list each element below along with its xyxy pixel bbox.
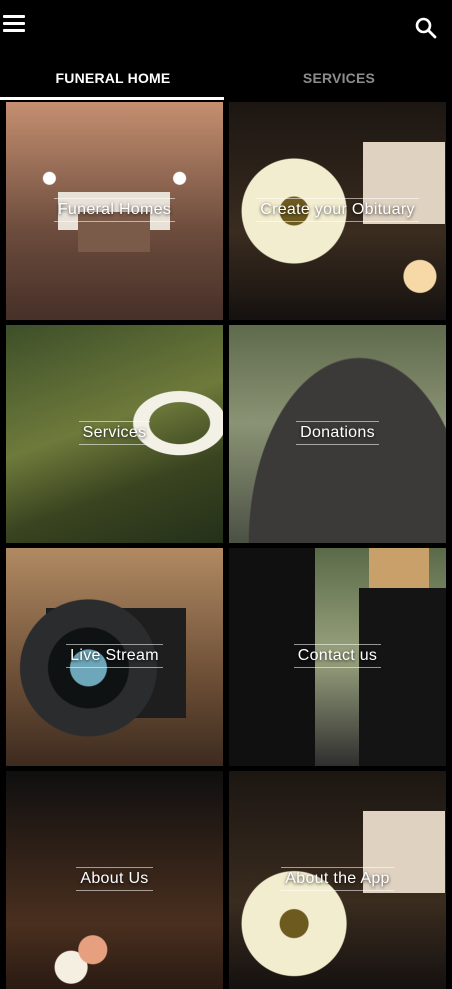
tile-about-us[interactable]: About Us <box>6 771 223 989</box>
tile-label: About the App <box>281 867 394 891</box>
tile-about-the-app[interactable]: About the App <box>229 771 446 989</box>
tile-label: Live Stream <box>66 644 163 668</box>
hamburger-menu-icon-bar <box>3 21 25 25</box>
tile-donations[interactable]: Donations <box>229 325 446 543</box>
tile-label-wrap: About the App <box>229 867 446 891</box>
tab-services[interactable]: SERVICES <box>226 56 452 100</box>
tile-label: Services <box>78 421 151 445</box>
hamburger-menu-icon <box>3 14 25 18</box>
hamburger-menu-icon-bar <box>3 28 25 32</box>
tile-label-wrap: Services <box>6 421 223 445</box>
tile-services[interactable]: Services <box>6 325 223 543</box>
tile-label: Donations <box>296 421 379 445</box>
tile-label: About Us <box>76 867 153 891</box>
category-grid: Funeral Homes Create your Obituary Servi… <box>6 102 448 989</box>
menu-button[interactable] <box>2 12 25 34</box>
tile-label-wrap: Donations <box>229 421 446 445</box>
tab-bar: FUNERAL HOME SERVICES <box>0 56 452 100</box>
tile-label-wrap: About Us <box>6 867 223 891</box>
tile-contact-us[interactable]: Contact us <box>229 548 446 766</box>
tile-label-wrap: Contact us <box>229 644 446 668</box>
tile-label-wrap: Live Stream <box>6 644 223 668</box>
tile-label: Contact us <box>293 644 382 668</box>
tile-label-wrap: Create your Obituary <box>229 198 446 222</box>
tile-label: Create your Obituary <box>256 198 419 222</box>
tile-live-stream[interactable]: Live Stream <box>6 548 223 766</box>
app-bar <box>0 0 452 56</box>
tile-label-wrap: Funeral Homes <box>6 198 223 222</box>
tile-label: Funeral Homes <box>53 198 176 222</box>
tab-funeral-home[interactable]: FUNERAL HOME <box>0 56 226 100</box>
tile-funeral-homes[interactable]: Funeral Homes <box>6 102 223 320</box>
tile-create-obituary[interactable]: Create your Obituary <box>229 102 446 320</box>
search-icon[interactable] <box>414 16 438 40</box>
